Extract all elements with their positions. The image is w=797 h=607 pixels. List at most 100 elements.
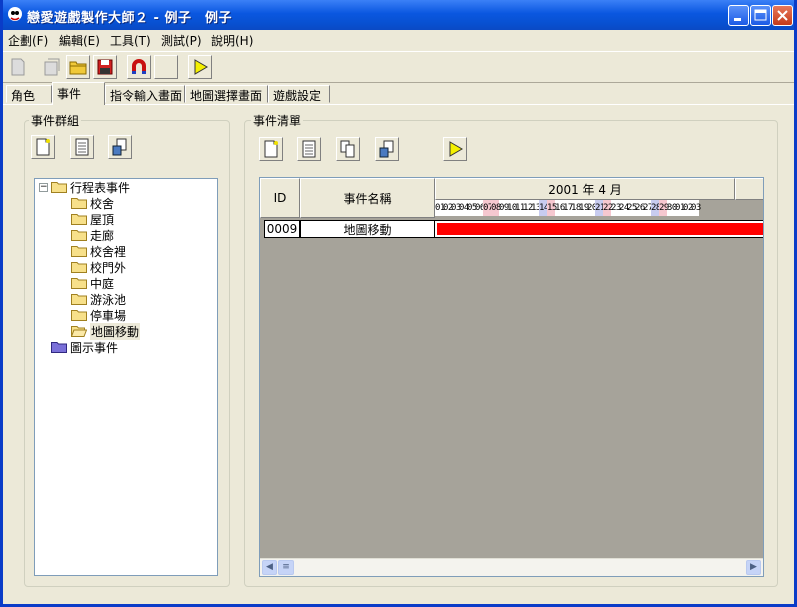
event-grid[interactable]: ID 事件名稱 2001 年 4 月 010203040506070809101… bbox=[259, 177, 764, 577]
day-label: 28 bbox=[651, 200, 661, 216]
blank-button[interactable] bbox=[154, 55, 178, 79]
tree-item[interactable]: 屋頂 bbox=[71, 211, 114, 227]
new-doc-icon bbox=[36, 138, 50, 156]
month-header: 2001 年 4 月 bbox=[435, 178, 735, 200]
tab-characters[interactable]: 角色 bbox=[6, 85, 52, 103]
tree-item[interactable]: 校舍裡 bbox=[71, 243, 126, 259]
tab-game-settings[interactable]: 遊戲設定 bbox=[268, 85, 330, 103]
tab-events[interactable]: 事件 bbox=[52, 82, 105, 105]
tree-item-label: 停車場 bbox=[90, 308, 127, 323]
menu-plan[interactable]: 企劃(F) bbox=[8, 32, 48, 49]
menu-tools[interactable]: 工具(T) bbox=[110, 32, 151, 49]
tree-item-label: 圖示事件 bbox=[70, 340, 119, 355]
column-header-event-name[interactable]: 事件名稱 bbox=[300, 178, 435, 218]
day-label: 27 bbox=[643, 203, 653, 213]
tree-item-label: 地圖移動 bbox=[90, 322, 141, 340]
open-template-button[interactable] bbox=[40, 55, 64, 79]
event-duration-bar[interactable] bbox=[437, 223, 763, 235]
open-button[interactable] bbox=[66, 55, 90, 79]
new-project-button[interactable] bbox=[6, 55, 30, 79]
tree-item[interactable]: 校舍 bbox=[71, 195, 114, 211]
copy-event-button[interactable] bbox=[336, 137, 360, 161]
tree-item[interactable]: 中庭 bbox=[71, 275, 114, 291]
properties-icon bbox=[75, 138, 89, 156]
day-label: 04 bbox=[459, 203, 469, 213]
day-label: 25 bbox=[627, 203, 637, 213]
delete-event-button[interactable] bbox=[375, 137, 399, 161]
tree-item-label: 走廊 bbox=[90, 228, 115, 243]
day-label: 01 bbox=[435, 203, 445, 213]
delete-icon bbox=[379, 140, 394, 158]
menu-edit[interactable]: 編輯(E) bbox=[59, 32, 100, 49]
day-label: 07 bbox=[483, 200, 493, 216]
blank-icon bbox=[157, 58, 175, 76]
tree-item-label: 校舍 bbox=[90, 196, 115, 211]
delete-group-button[interactable] bbox=[108, 135, 132, 159]
edit-event-button[interactable] bbox=[297, 137, 321, 161]
tree-item[interactable]: 游泳池 bbox=[71, 291, 126, 307]
day-label: 02 bbox=[683, 203, 693, 213]
window-title: 戀愛遊戲製作大師２ - 例子 例子 bbox=[27, 11, 232, 26]
row-id-cell[interactable]: 0009 bbox=[264, 220, 300, 238]
day-label: 06 bbox=[475, 203, 485, 213]
add-event-button[interactable] bbox=[259, 137, 283, 161]
day-label: 30 bbox=[667, 203, 677, 213]
scroll-thumb[interactable]: ≡ bbox=[278, 560, 294, 575]
menu-help[interactable]: 說明(H) bbox=[211, 32, 253, 49]
folder-icon bbox=[71, 261, 87, 273]
close-button[interactable] bbox=[772, 5, 793, 26]
open-folder-icon bbox=[71, 325, 87, 337]
folder-icon bbox=[71, 293, 87, 305]
folder-icon bbox=[51, 341, 67, 353]
run-button[interactable] bbox=[188, 55, 212, 79]
tree-item-selected[interactable]: 地圖移動 bbox=[71, 322, 141, 340]
tree-item-icon-events[interactable]: 圖示事件 bbox=[51, 339, 118, 355]
tab-command-input-screen[interactable]: 指令輸入畫面 bbox=[105, 85, 185, 103]
tree-item[interactable]: 停車場 bbox=[71, 307, 126, 323]
app-icon bbox=[8, 7, 22, 21]
folder-icon bbox=[71, 229, 87, 241]
event-group-label: 事件群組 bbox=[29, 112, 82, 129]
new-doc-icon bbox=[11, 58, 25, 76]
menu-test[interactable]: 測試(P) bbox=[161, 32, 202, 49]
edit-group-button[interactable] bbox=[70, 135, 94, 159]
scroll-right-button[interactable]: ▶ bbox=[746, 560, 761, 575]
save-icon bbox=[97, 59, 113, 75]
open-template-icon bbox=[44, 58, 60, 76]
day-label: 03 bbox=[691, 203, 701, 213]
horizontal-scrollbar[interactable]: ◀ ≡ ▶ bbox=[260, 558, 763, 576]
maximize-button[interactable] bbox=[750, 5, 771, 26]
tree-item[interactable]: 校門外 bbox=[71, 259, 126, 275]
minimize-icon bbox=[734, 18, 741, 21]
tree-item-schedule-events[interactable]: 行程表事件 bbox=[51, 179, 130, 195]
day-label: 01 bbox=[675, 203, 685, 213]
tree-item-label: 行程表事件 bbox=[70, 180, 131, 195]
day-label: 24 bbox=[619, 203, 629, 213]
day-ruler: 0102030405060708091011121314151617181920… bbox=[435, 200, 701, 216]
tree-item[interactable]: 走廊 bbox=[71, 227, 114, 243]
column-header-id[interactable]: ID bbox=[260, 178, 300, 218]
collapse-icon[interactable]: − bbox=[39, 183, 48, 192]
minimize-button[interactable] bbox=[728, 5, 749, 26]
day-label: 05 bbox=[467, 203, 477, 213]
copy-icon bbox=[340, 140, 355, 158]
tab-bar: 角色 事件 指令輸入畫面 地圖選擇畫面 遊戲設定 bbox=[3, 82, 794, 105]
row-name-cell[interactable]: 地圖移動 bbox=[300, 220, 435, 238]
close-icon bbox=[777, 10, 788, 21]
title-bar[interactable]: 戀愛遊戲製作大師２ - 例子 例子 bbox=[3, 0, 794, 30]
day-label: 02 bbox=[443, 203, 453, 213]
add-group-button[interactable] bbox=[31, 135, 55, 159]
scroll-left-button[interactable]: ◀ bbox=[262, 560, 277, 575]
menu-bar: 企劃(F) 編輯(E) 工具(T) 測試(P) 說明(H) bbox=[3, 30, 794, 50]
save-button[interactable] bbox=[93, 55, 117, 79]
undo-button[interactable] bbox=[127, 55, 151, 79]
tree-item-label: 游泳池 bbox=[90, 292, 127, 307]
test-event-button[interactable] bbox=[443, 137, 467, 161]
event-tree[interactable]: − 行程表事件 校舍 屋頂 走廊 校舍裡 校門外 中庭 游泳池 停車場 地圖移動… bbox=[34, 178, 218, 576]
folder-icon bbox=[51, 181, 67, 193]
row-timeline[interactable] bbox=[435, 220, 763, 238]
tab-map-select-screen[interactable]: 地圖選擇畫面 bbox=[185, 85, 268, 103]
folder-icon bbox=[71, 213, 87, 225]
month-header-next bbox=[735, 178, 763, 200]
day-label: 26 bbox=[635, 203, 645, 213]
